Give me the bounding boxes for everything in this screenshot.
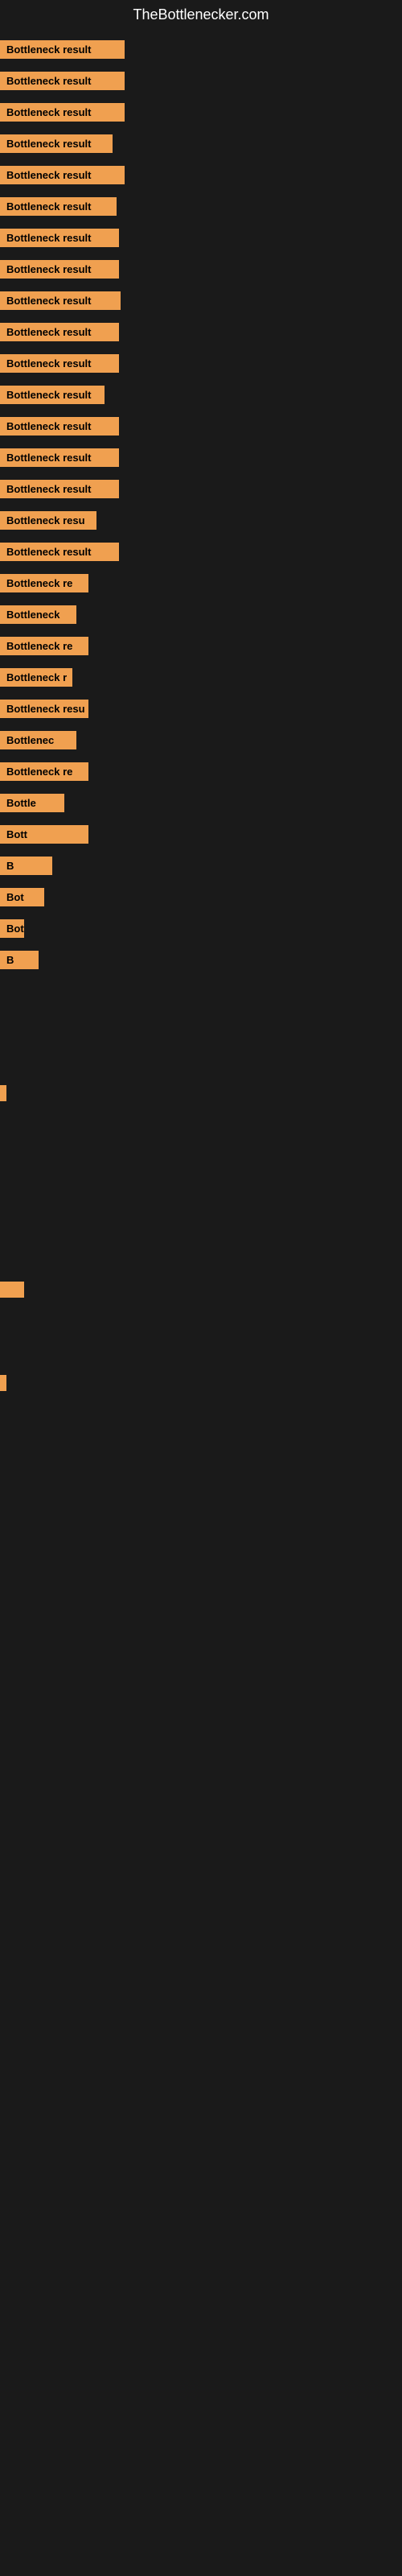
- bar-label-22[interactable]: Bottleneck resu: [0, 700, 88, 718]
- bar-row-29: Bottlen: [0, 913, 402, 944]
- bar-row-20: Bottleneck re: [0, 630, 402, 662]
- bar-row-tiny-1: [0, 1072, 402, 1114]
- bar-label-21[interactable]: Bottleneck r: [0, 668, 72, 687]
- bars-container: Bottleneck result Bottleneck result Bott…: [0, 30, 402, 1402]
- bar-row-bottom-1: [0, 1275, 402, 1304]
- bar-label-1[interactable]: Bottleneck result: [0, 40, 125, 59]
- bar-row-23: Bottlenec: [0, 724, 402, 756]
- bar-label-16[interactable]: Bottleneck resu: [0, 511, 96, 530]
- bar-label-17[interactable]: Bottleneck result: [0, 543, 119, 561]
- bar-row-9: Bottleneck result: [0, 285, 402, 316]
- bar-row-22: Bottleneck resu: [0, 693, 402, 724]
- bar-row-18: Bottleneck re: [0, 568, 402, 599]
- bar-row-14: Bottleneck result: [0, 442, 402, 473]
- bar-label-20[interactable]: Bottleneck re: [0, 637, 88, 655]
- bar-row-21: Bottleneck r: [0, 662, 402, 693]
- bar-label-13[interactable]: Bottleneck result: [0, 417, 119, 436]
- bar-label-12[interactable]: Bottleneck result: [0, 386, 105, 404]
- bar-label-23[interactable]: Bottlenec: [0, 731, 76, 749]
- bar-label-28[interactable]: Bot: [0, 888, 44, 906]
- tiny-bar-1: [0, 1085, 6, 1101]
- bar-label-4[interactable]: Bottleneck result: [0, 134, 113, 153]
- bar-row-5: Bottleneck result: [0, 159, 402, 191]
- bar-label-25[interactable]: Bottle: [0, 794, 64, 812]
- bar-label-9[interactable]: Bottleneck result: [0, 291, 121, 310]
- bar-row-13: Bottleneck result: [0, 411, 402, 442]
- bar-label-3[interactable]: Bottleneck result: [0, 103, 125, 122]
- bar-row-2: Bottleneck result: [0, 65, 402, 97]
- empty-section: [0, 976, 402, 1072]
- bar-label-24[interactable]: Bottleneck re: [0, 762, 88, 781]
- site-title: TheBottlenecker.com: [0, 0, 402, 30]
- empty-bottom: [0, 1304, 402, 1368]
- site-title-bar: TheBottlenecker.com: [0, 0, 402, 30]
- bar-row-17: Bottleneck result: [0, 536, 402, 568]
- bar-row-28: Bot: [0, 881, 402, 913]
- bar-label-14[interactable]: Bottleneck result: [0, 448, 119, 467]
- bar-label-5[interactable]: Bottleneck result: [0, 166, 125, 184]
- bar-label-10[interactable]: Bottleneck result: [0, 323, 119, 341]
- bar-row-19: Bottleneck: [0, 599, 402, 630]
- bar-label-18[interactable]: Bottleneck re: [0, 574, 88, 592]
- bar-label-26[interactable]: Bott: [0, 825, 88, 844]
- bar-label-19[interactable]: Bottleneck: [0, 605, 76, 624]
- bar-label-2[interactable]: Bottleneck result: [0, 72, 125, 90]
- bar-row-15: Bottleneck result: [0, 473, 402, 505]
- bar-row-24: Bottleneck re: [0, 756, 402, 787]
- bar-label-8[interactable]: Bottleneck result: [0, 260, 119, 279]
- bar-row-27: B: [0, 850, 402, 881]
- bar-row-8: Bottleneck result: [0, 254, 402, 285]
- bar-row-1: Bottleneck result: [0, 34, 402, 65]
- bottom-bar-1: [0, 1282, 24, 1298]
- bar-row-3: Bottleneck result: [0, 97, 402, 128]
- bar-label-6[interactable]: Bottleneck result: [0, 197, 117, 216]
- bar-row-16: Bottleneck resu: [0, 505, 402, 536]
- bar-row-30: B: [0, 944, 402, 976]
- bar-row-7: Bottleneck result: [0, 222, 402, 254]
- bar-label-11[interactable]: Bottleneck result: [0, 354, 119, 373]
- bar-row-25: Bottle: [0, 787, 402, 819]
- bar-row-26: Bott: [0, 819, 402, 850]
- bar-row-4: Bottleneck result: [0, 128, 402, 159]
- bar-row-11: Bottleneck result: [0, 348, 402, 379]
- bottom-bar-2: [0, 1375, 6, 1391]
- bar-label-15[interactable]: Bottleneck result: [0, 480, 119, 498]
- empty-section-2: [0, 1114, 402, 1275]
- bar-row-12: Bottleneck result: [0, 379, 402, 411]
- bar-row-10: Bottleneck result: [0, 316, 402, 348]
- bar-label-27[interactable]: B: [0, 857, 52, 875]
- bar-row-bottom-2: [0, 1368, 402, 1397]
- bar-label-30[interactable]: B: [0, 951, 39, 969]
- bar-label-7[interactable]: Bottleneck result: [0, 229, 119, 247]
- bar-row-6: Bottleneck result: [0, 191, 402, 222]
- bar-label-29[interactable]: Bottlen: [0, 919, 24, 938]
